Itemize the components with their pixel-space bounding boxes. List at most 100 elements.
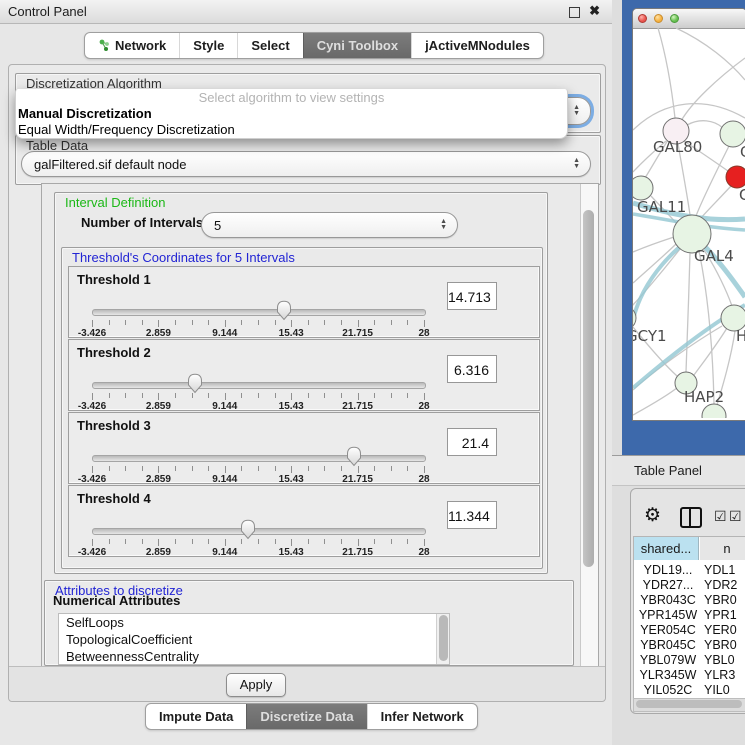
network-node-gal11[interactable] bbox=[633, 176, 653, 200]
slider-tick bbox=[391, 539, 392, 544]
slider-tick bbox=[374, 393, 375, 398]
network-node-c[interactable] bbox=[726, 166, 745, 188]
threshold-value-field[interactable]: 11.344 bbox=[447, 501, 497, 529]
table-row[interactable]: YIL052CYIL0 bbox=[634, 683, 745, 698]
checkbox-icon[interactable]: ☑ bbox=[729, 509, 742, 523]
scrollbar-thumb[interactable] bbox=[439, 615, 448, 661]
table-row[interactable]: YBL079WYBL0 bbox=[634, 653, 745, 668]
network-edge[interactable] bbox=[658, 28, 675, 118]
table-data-combobox[interactable]: galFiltered.sif default node ▲▼ bbox=[21, 151, 591, 177]
scrollbar-thumb[interactable] bbox=[636, 700, 742, 708]
slider-tick bbox=[142, 539, 143, 544]
attribute-list-item[interactable]: BetweennessCentrality bbox=[59, 648, 449, 665]
slider-track[interactable] bbox=[92, 309, 426, 316]
slider-tick bbox=[241, 466, 242, 471]
slider-tick bbox=[109, 466, 110, 471]
slider-track[interactable] bbox=[92, 528, 426, 535]
slider-tick bbox=[407, 393, 408, 398]
network-edge[interactable] bbox=[687, 121, 723, 128]
tab-discretize-data[interactable]: Discretize Data bbox=[246, 704, 366, 729]
threshold-value-field[interactable]: 21.4 bbox=[447, 428, 497, 456]
slider-tick-label: 28 bbox=[399, 401, 449, 412]
network-edge[interactable] bbox=[633, 387, 678, 415]
mac-minimize-icon[interactable] bbox=[654, 14, 663, 23]
threshold-panel: Threshold 1-3.4262.8599.14415.4321.71528… bbox=[68, 266, 540, 338]
slider-thumb[interactable] bbox=[187, 373, 203, 394]
stepper-icon[interactable]: ▲▼ bbox=[440, 213, 447, 237]
slider-tick bbox=[241, 393, 242, 398]
slider-tick-label: 2.859 bbox=[133, 547, 183, 558]
slider-tick bbox=[341, 466, 342, 471]
slider-tick bbox=[125, 320, 126, 325]
float-window-icon[interactable] bbox=[569, 7, 580, 18]
slider-tick bbox=[92, 393, 93, 400]
mac-zoom-icon[interactable] bbox=[670, 14, 679, 23]
table-row[interactable]: YPR145WYPR1 bbox=[634, 608, 745, 623]
slider-tick-label: 21.715 bbox=[333, 547, 383, 558]
tab-jactivemnodules[interactable]: jActiveMNodules bbox=[411, 33, 543, 58]
slider-tick-label: 2.859 bbox=[133, 401, 183, 412]
slider-tick-label: 28 bbox=[399, 547, 449, 558]
tab-label: jActiveMNodules bbox=[425, 34, 530, 57]
slider-track[interactable] bbox=[92, 382, 426, 389]
table-row[interactable]: YER054CYER0 bbox=[634, 623, 745, 638]
slider-tick bbox=[341, 393, 342, 398]
node-table[interactable]: shared...n YDL19...YDL1YDR27...YDR2YBR043… bbox=[633, 536, 745, 700]
slider-tick bbox=[324, 539, 325, 544]
network-edge[interactable] bbox=[676, 28, 745, 80]
tab-infer-network[interactable]: Infer Network bbox=[367, 704, 477, 729]
attributes-scrollbar[interactable] bbox=[436, 614, 449, 664]
table-row[interactable]: YDL19...YDL1 bbox=[634, 563, 745, 578]
slider-thumb[interactable] bbox=[276, 300, 292, 321]
numerical-attributes-list[interactable]: SelfLoopsTopologicalCoefficientBetweenne… bbox=[58, 613, 450, 665]
table-row[interactable]: YBR045CYBR0 bbox=[634, 638, 745, 653]
scrollbar-thumb[interactable] bbox=[583, 210, 594, 567]
popup-option[interactable]: Manual Discretization bbox=[16, 106, 567, 122]
slider-tick bbox=[225, 466, 226, 473]
threshold-value-field[interactable]: 6.316 bbox=[447, 355, 497, 383]
column-header-shared-name[interactable]: shared... bbox=[634, 537, 699, 560]
slider-tick-label: -3.426 bbox=[67, 328, 117, 339]
stepper-icon[interactable]: ▲▼ bbox=[573, 98, 580, 124]
network-canvas[interactable]: GAL80GCGAL11GAL4GCY1HHAP2 bbox=[633, 28, 745, 418]
threshold-value-field[interactable]: 14.713 bbox=[447, 282, 497, 310]
network-edge[interactable] bbox=[686, 253, 690, 372]
num-intervals-combobox[interactable]: 5 ▲▼ bbox=[201, 212, 458, 238]
table-row[interactable]: YBR043CYBR0 bbox=[634, 593, 745, 608]
tab-cyni-toolbox[interactable]: Cyni Toolbox bbox=[303, 33, 411, 58]
network-edge[interactable] bbox=[681, 58, 745, 121]
tab-style[interactable]: Style bbox=[179, 33, 237, 58]
slider-tick bbox=[158, 539, 159, 546]
slider-tick bbox=[241, 320, 242, 325]
network-node[interactable] bbox=[702, 404, 726, 418]
gear-icon[interactable]: ⚙ bbox=[644, 506, 661, 525]
slider-track[interactable] bbox=[92, 455, 426, 462]
close-icon[interactable]: ✖ bbox=[589, 3, 600, 19]
table-row[interactable]: YLR345WYLR3 bbox=[634, 668, 745, 683]
settings-vertical-scrollbar[interactable] bbox=[580, 184, 598, 666]
checkbox-icon[interactable]: ☑ bbox=[714, 509, 727, 523]
split-columns-icon[interactable] bbox=[680, 507, 702, 528]
table-row[interactable]: YDR27...YDR2 bbox=[634, 578, 745, 593]
tab-impute-data[interactable]: Impute Data bbox=[146, 704, 246, 729]
network-edge[interactable] bbox=[633, 237, 674, 252]
slider-thumb[interactable] bbox=[346, 446, 362, 467]
column-header-name[interactable]: n bbox=[700, 537, 745, 560]
cell-shared-name: YLR345W bbox=[638, 668, 698, 683]
popup-option[interactable]: Equal Width/Frequency Discretization bbox=[16, 122, 567, 138]
apply-button[interactable]: Apply bbox=[226, 673, 286, 697]
stepper-icon[interactable]: ▲▼ bbox=[573, 152, 580, 176]
attribute-list-item[interactable]: TopologicalCoefficient bbox=[59, 631, 449, 648]
slider-thumb[interactable] bbox=[240, 519, 256, 540]
table-horizontal-scrollbar[interactable] bbox=[633, 698, 745, 712]
tab-network[interactable]: Network bbox=[85, 33, 179, 58]
slider-tick bbox=[291, 466, 292, 473]
attribute-list-item[interactable]: SelfLoops bbox=[59, 614, 449, 631]
network-edge[interactable] bbox=[700, 186, 731, 219]
window-title: Control Panel bbox=[8, 4, 87, 19]
tab-label: Discretize Data bbox=[260, 705, 353, 728]
mac-close-icon[interactable] bbox=[638, 14, 647, 23]
tab-select[interactable]: Select bbox=[237, 33, 302, 58]
network-edge-thick[interactable] bbox=[633, 240, 688, 320]
slider-tick bbox=[208, 466, 209, 471]
